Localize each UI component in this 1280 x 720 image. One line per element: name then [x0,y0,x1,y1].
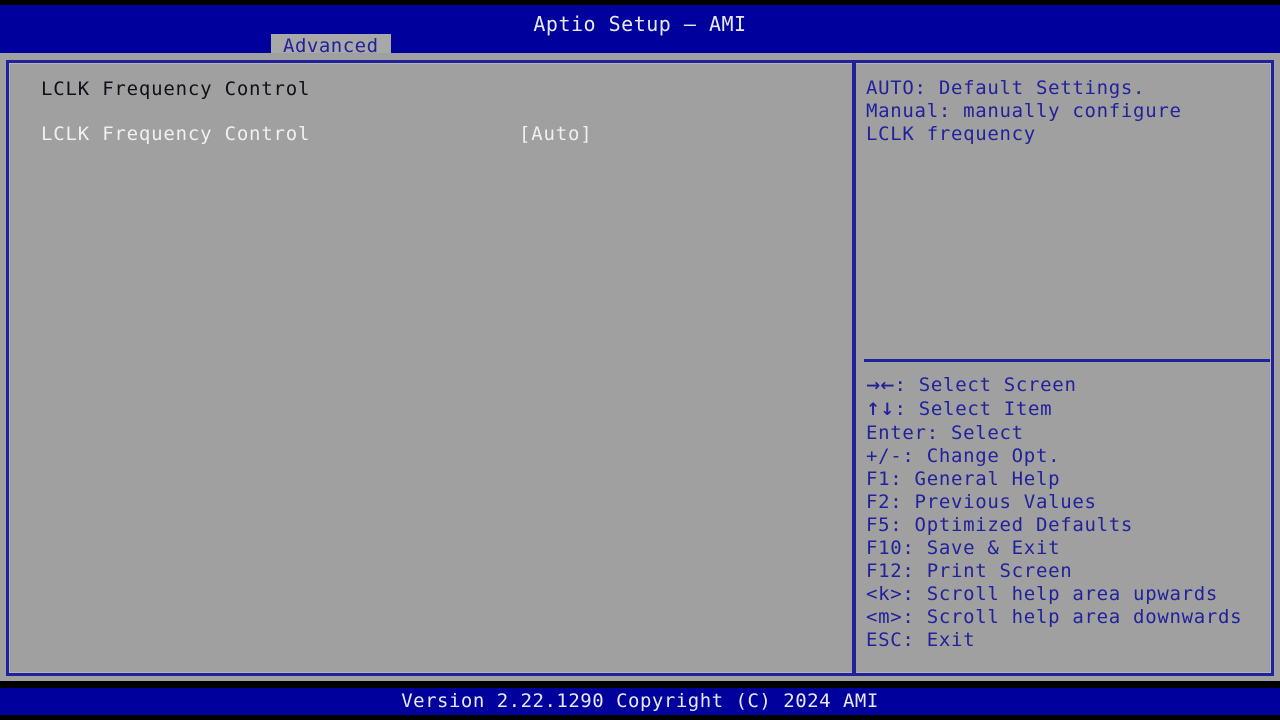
legend-action: : Change Opt. [902,445,1061,467]
legend-action: : General Help [890,468,1061,490]
legend-key: <k> [866,583,903,605]
legend-action: : Scroll help area downwards [902,606,1243,628]
settings-list: LCLK Frequency Control LCLK Frequency Co… [9,63,852,673]
legend-row: F5: Optimized Defaults [866,514,1270,537]
help-line: AUTO: Default Settings. [866,77,1146,99]
legend-row: F12: Print Screen [866,560,1270,583]
legend-key: F12 [866,560,903,582]
legend-key: Enter [866,422,927,444]
legend-action: : Select [926,422,1024,444]
setting-label: LCLK Frequency Control [41,123,311,145]
help-line: LCLK frequency [866,123,1036,145]
arrow-keys-icon: ↑↓ [866,400,895,420]
legend-row: <k>: Scroll help area upwards [866,583,1270,606]
legend-key: <m> [866,606,903,628]
help-line: Manual: manually configure [866,100,1182,122]
arrow-keys-icon: →← [866,376,895,396]
legend-key: F2 [866,491,891,513]
legend-key: F10 [866,537,903,559]
legend-row: Enter: Select [866,422,1270,445]
version-copyright: Version 2.22.1290 Copyright (C) 2024 AMI [401,690,879,712]
legend-row: +/-: Change Opt. [866,445,1270,468]
legend-action: : Save & Exit [902,537,1061,559]
legend-action: : Exit [902,629,976,651]
legend-row: ↑↓: Select Item [866,398,1270,422]
help-pane: AUTO: Default Settings. Manual: manually … [856,63,1271,673]
legend-row: F10: Save & Exit [866,537,1270,560]
bios-setup-screen: Aptio Setup – AMI Advanced LCLK Frequenc… [0,0,1280,720]
help-horizontal-divider [864,359,1270,362]
footer-bar: Version 2.22.1290 Copyright (C) 2024 AMI [0,688,1280,715]
legend-key: F1 [866,468,891,490]
legend-row: F1: General Help [866,468,1270,491]
legend-key: F5 [866,514,891,536]
content-panel: LCLK Frequency Control LCLK Frequency Co… [6,60,1274,676]
legend-action: : Select Screen [894,374,1077,396]
legend-action: : Scroll help area upwards [902,583,1219,605]
legend-key: +/- [866,445,903,467]
legend-action: : Print Screen [902,560,1073,582]
legend-key: ESC [866,629,903,651]
legend-action: : Select Item [894,398,1053,420]
key-legend: →←: Select Screen ↑↓: Select Item Enter: S… [866,374,1270,652]
legend-row: ESC: Exit [866,629,1270,652]
legend-row: <m>: Scroll help area downwards [866,606,1270,629]
header-bar: Aptio Setup – AMI Advanced [0,5,1280,58]
setting-row-lclk-frequency-control[interactable]: LCLK Frequency Control [Auto] [9,123,852,147]
legend-row: F2: Previous Values [866,491,1270,514]
section-heading: LCLK Frequency Control [41,78,311,100]
help-description: AUTO: Default Settings. Manual: manually … [866,77,1266,146]
legend-action: : Previous Values [890,491,1097,513]
setting-value[interactable]: [Auto] [519,123,592,145]
legend-action: : Optimized Defaults [890,514,1134,536]
legend-row: →←: Select Screen [866,374,1270,398]
bottom-black-bezel [0,715,1280,720]
